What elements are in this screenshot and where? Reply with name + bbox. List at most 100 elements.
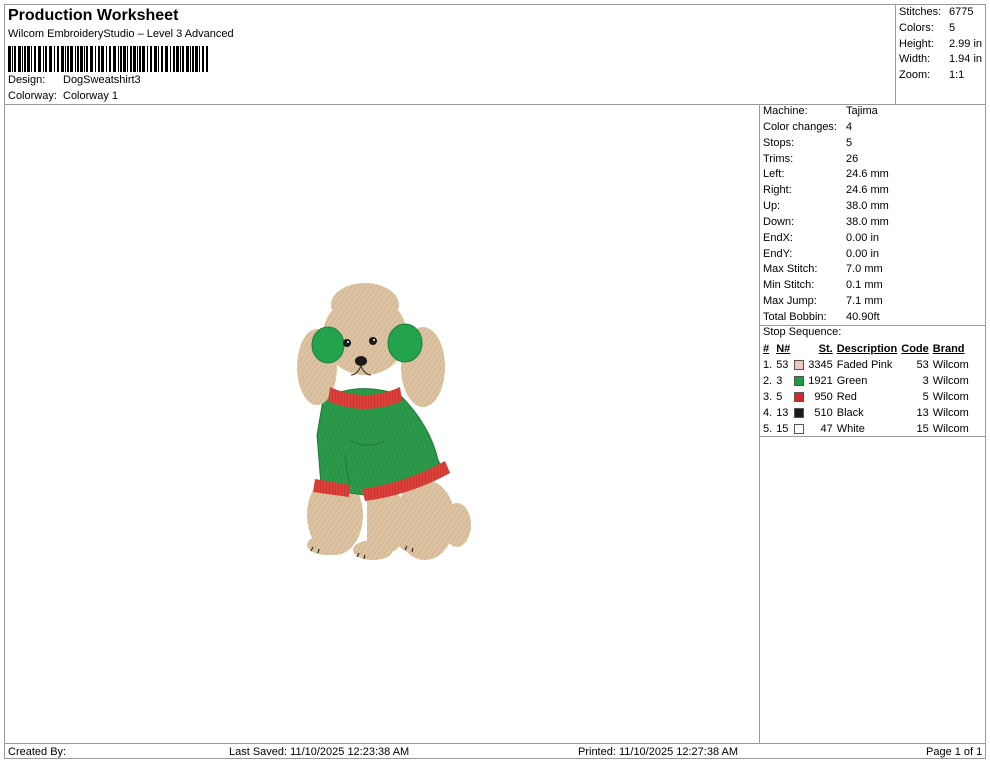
info-label: Min Stitch: bbox=[763, 279, 815, 291]
printed-date: Printed: 11/10/2025 12:27:38 AM bbox=[578, 746, 739, 758]
info-value: 7.0 mm bbox=[846, 263, 883, 275]
info-row: Machine: Tajima bbox=[763, 105, 878, 117]
info-label: Right: bbox=[763, 184, 792, 196]
info-label: Trims: bbox=[763, 153, 794, 165]
machine-info-panel: Machine: Tajima Color changes: 4 Stops: 5 T… bbox=[760, 105, 986, 743]
colorway-value: Colorway 1 bbox=[63, 90, 119, 102]
colorway-label: Colorway: bbox=[8, 90, 57, 102]
col-brand: Brand bbox=[932, 343, 965, 355]
color-swatch bbox=[792, 389, 806, 405]
summary-value: 1.94 in bbox=[949, 53, 983, 65]
info-value: 5 bbox=[846, 137, 853, 149]
table-row: 2. 3 1921 Green 3 Wilcom bbox=[761, 373, 971, 389]
summary-value: 1:1 bbox=[949, 69, 965, 81]
info-value: 40.90ft bbox=[846, 311, 880, 323]
stop-sequence-table: # N# St. Description Code Brand 1. 53 3345… bbox=[761, 341, 971, 437]
thread-color-swatch bbox=[794, 376, 805, 387]
color-description: Faded Pink bbox=[836, 359, 893, 371]
created-by: Created By: bbox=[8, 746, 67, 758]
col-needle: N# bbox=[776, 343, 791, 355]
page-title: Production Worksheet bbox=[8, 7, 179, 24]
color-swatch bbox=[792, 357, 806, 373]
info-label: Max Stitch: bbox=[763, 263, 818, 275]
info-label: Up: bbox=[763, 200, 781, 212]
info-row: Max Stitch: 7.0 mm bbox=[763, 263, 883, 275]
info-value: 0.1 mm bbox=[846, 279, 883, 291]
thread-color-swatch bbox=[794, 424, 805, 435]
design-row: Design: DogSweatshirt3 bbox=[8, 74, 141, 86]
info-row: Right: 24.6 mm bbox=[763, 184, 889, 196]
info-row: Min Stitch: 0.1 mm bbox=[763, 279, 883, 291]
color-description: White bbox=[836, 423, 865, 435]
thread-brand: Wilcom bbox=[932, 423, 969, 435]
thread-brand: Wilcom bbox=[932, 359, 969, 371]
info-row: EndX: 0.00 in bbox=[763, 232, 879, 244]
info-row: Color changes: 4 bbox=[763, 121, 852, 133]
stitch-count: 510 bbox=[814, 407, 833, 419]
info-value: 0.00 in bbox=[846, 248, 880, 260]
summary-label: Zoom: bbox=[899, 69, 931, 81]
colorway-row: Colorway: Colorway 1 bbox=[8, 90, 118, 102]
color-code: 5 bbox=[922, 391, 929, 403]
col-code: Code bbox=[901, 343, 929, 355]
design-label: Design: bbox=[8, 74, 46, 86]
info-row: Trims: 26 bbox=[763, 153, 858, 165]
poodle-embroidery-image bbox=[297, 283, 471, 560]
stitch-count: 3345 bbox=[808, 359, 833, 371]
table-header-row: # N# St. Description Code Brand bbox=[761, 341, 971, 357]
row-index: 2. bbox=[763, 375, 773, 387]
info-label: Color changes: bbox=[763, 121, 837, 133]
summary-row: Width: 1.94 in bbox=[899, 53, 982, 65]
barcode-image bbox=[8, 46, 208, 72]
table-row: 3. 5 950 Red 5 Wilcom bbox=[761, 389, 971, 405]
page-number: Page 1 of 1 bbox=[926, 746, 983, 758]
color-description: Green bbox=[836, 375, 868, 387]
table-row: 1. 53 3345 Faded Pink 53 Wilcom bbox=[761, 357, 971, 373]
summary-label: Colors: bbox=[899, 22, 934, 34]
info-row: Left: 24.6 mm bbox=[763, 168, 889, 180]
thread-brand: Wilcom bbox=[932, 375, 969, 387]
worksheet-header: Production Worksheet Wilcom EmbroiderySt… bbox=[4, 4, 895, 104]
summary-row: Height: 2.99 in bbox=[899, 38, 982, 50]
summary-label: Height: bbox=[899, 38, 934, 50]
info-value: 38.0 mm bbox=[846, 200, 889, 212]
table-row: 4. 13 510 Black 13 Wilcom bbox=[761, 405, 971, 421]
info-value: 0.00 in bbox=[846, 232, 880, 244]
section-divider bbox=[760, 436, 986, 437]
info-value: 24.6 mm bbox=[846, 168, 889, 180]
last-saved: Last Saved: 11/10/2025 12:23:38 AM bbox=[229, 746, 410, 758]
stitch-count: 47 bbox=[820, 423, 833, 435]
color-swatch bbox=[792, 373, 806, 389]
summary-value: 6775 bbox=[949, 6, 974, 18]
info-value: 4 bbox=[846, 121, 853, 133]
color-description: Red bbox=[836, 391, 857, 403]
row-index: 5. bbox=[763, 423, 773, 435]
table-row: 5. 15 47 White 15 Wilcom bbox=[761, 421, 971, 437]
info-label: EndY: bbox=[763, 248, 793, 260]
info-row: Down: 38.0 mm bbox=[763, 216, 889, 228]
col-index: # bbox=[763, 343, 770, 355]
software-subtitle: Wilcom EmbroideryStudio – Level 3 Advanc… bbox=[8, 28, 234, 40]
info-row: EndY: 0.00 in bbox=[763, 248, 879, 260]
needle-number: 5 bbox=[776, 391, 783, 403]
color-code: 13 bbox=[916, 407, 929, 419]
color-code: 3 bbox=[922, 375, 929, 387]
info-label: Total Bobbin: bbox=[763, 311, 827, 323]
row-index: 4. bbox=[763, 407, 773, 419]
stop-sequence-title: Stop Sequence: bbox=[763, 326, 842, 338]
needle-number: 53 bbox=[776, 359, 789, 371]
info-row: Stops: 5 bbox=[763, 137, 852, 149]
needle-number: 15 bbox=[776, 423, 789, 435]
color-code: 15 bbox=[916, 423, 929, 435]
info-label: Left: bbox=[763, 168, 785, 180]
summary-label: Width: bbox=[899, 53, 931, 65]
color-swatch bbox=[792, 421, 806, 437]
info-row: Up: 38.0 mm bbox=[763, 200, 889, 212]
info-value: 7.1 mm bbox=[846, 295, 883, 307]
info-label: Machine: bbox=[763, 105, 808, 117]
color-swatch bbox=[792, 405, 806, 421]
summary-value: 5 bbox=[949, 22, 956, 34]
color-code: 53 bbox=[916, 359, 929, 371]
info-row: Total Bobbin: 40.90ft bbox=[763, 311, 880, 323]
thread-color-swatch bbox=[794, 392, 805, 403]
